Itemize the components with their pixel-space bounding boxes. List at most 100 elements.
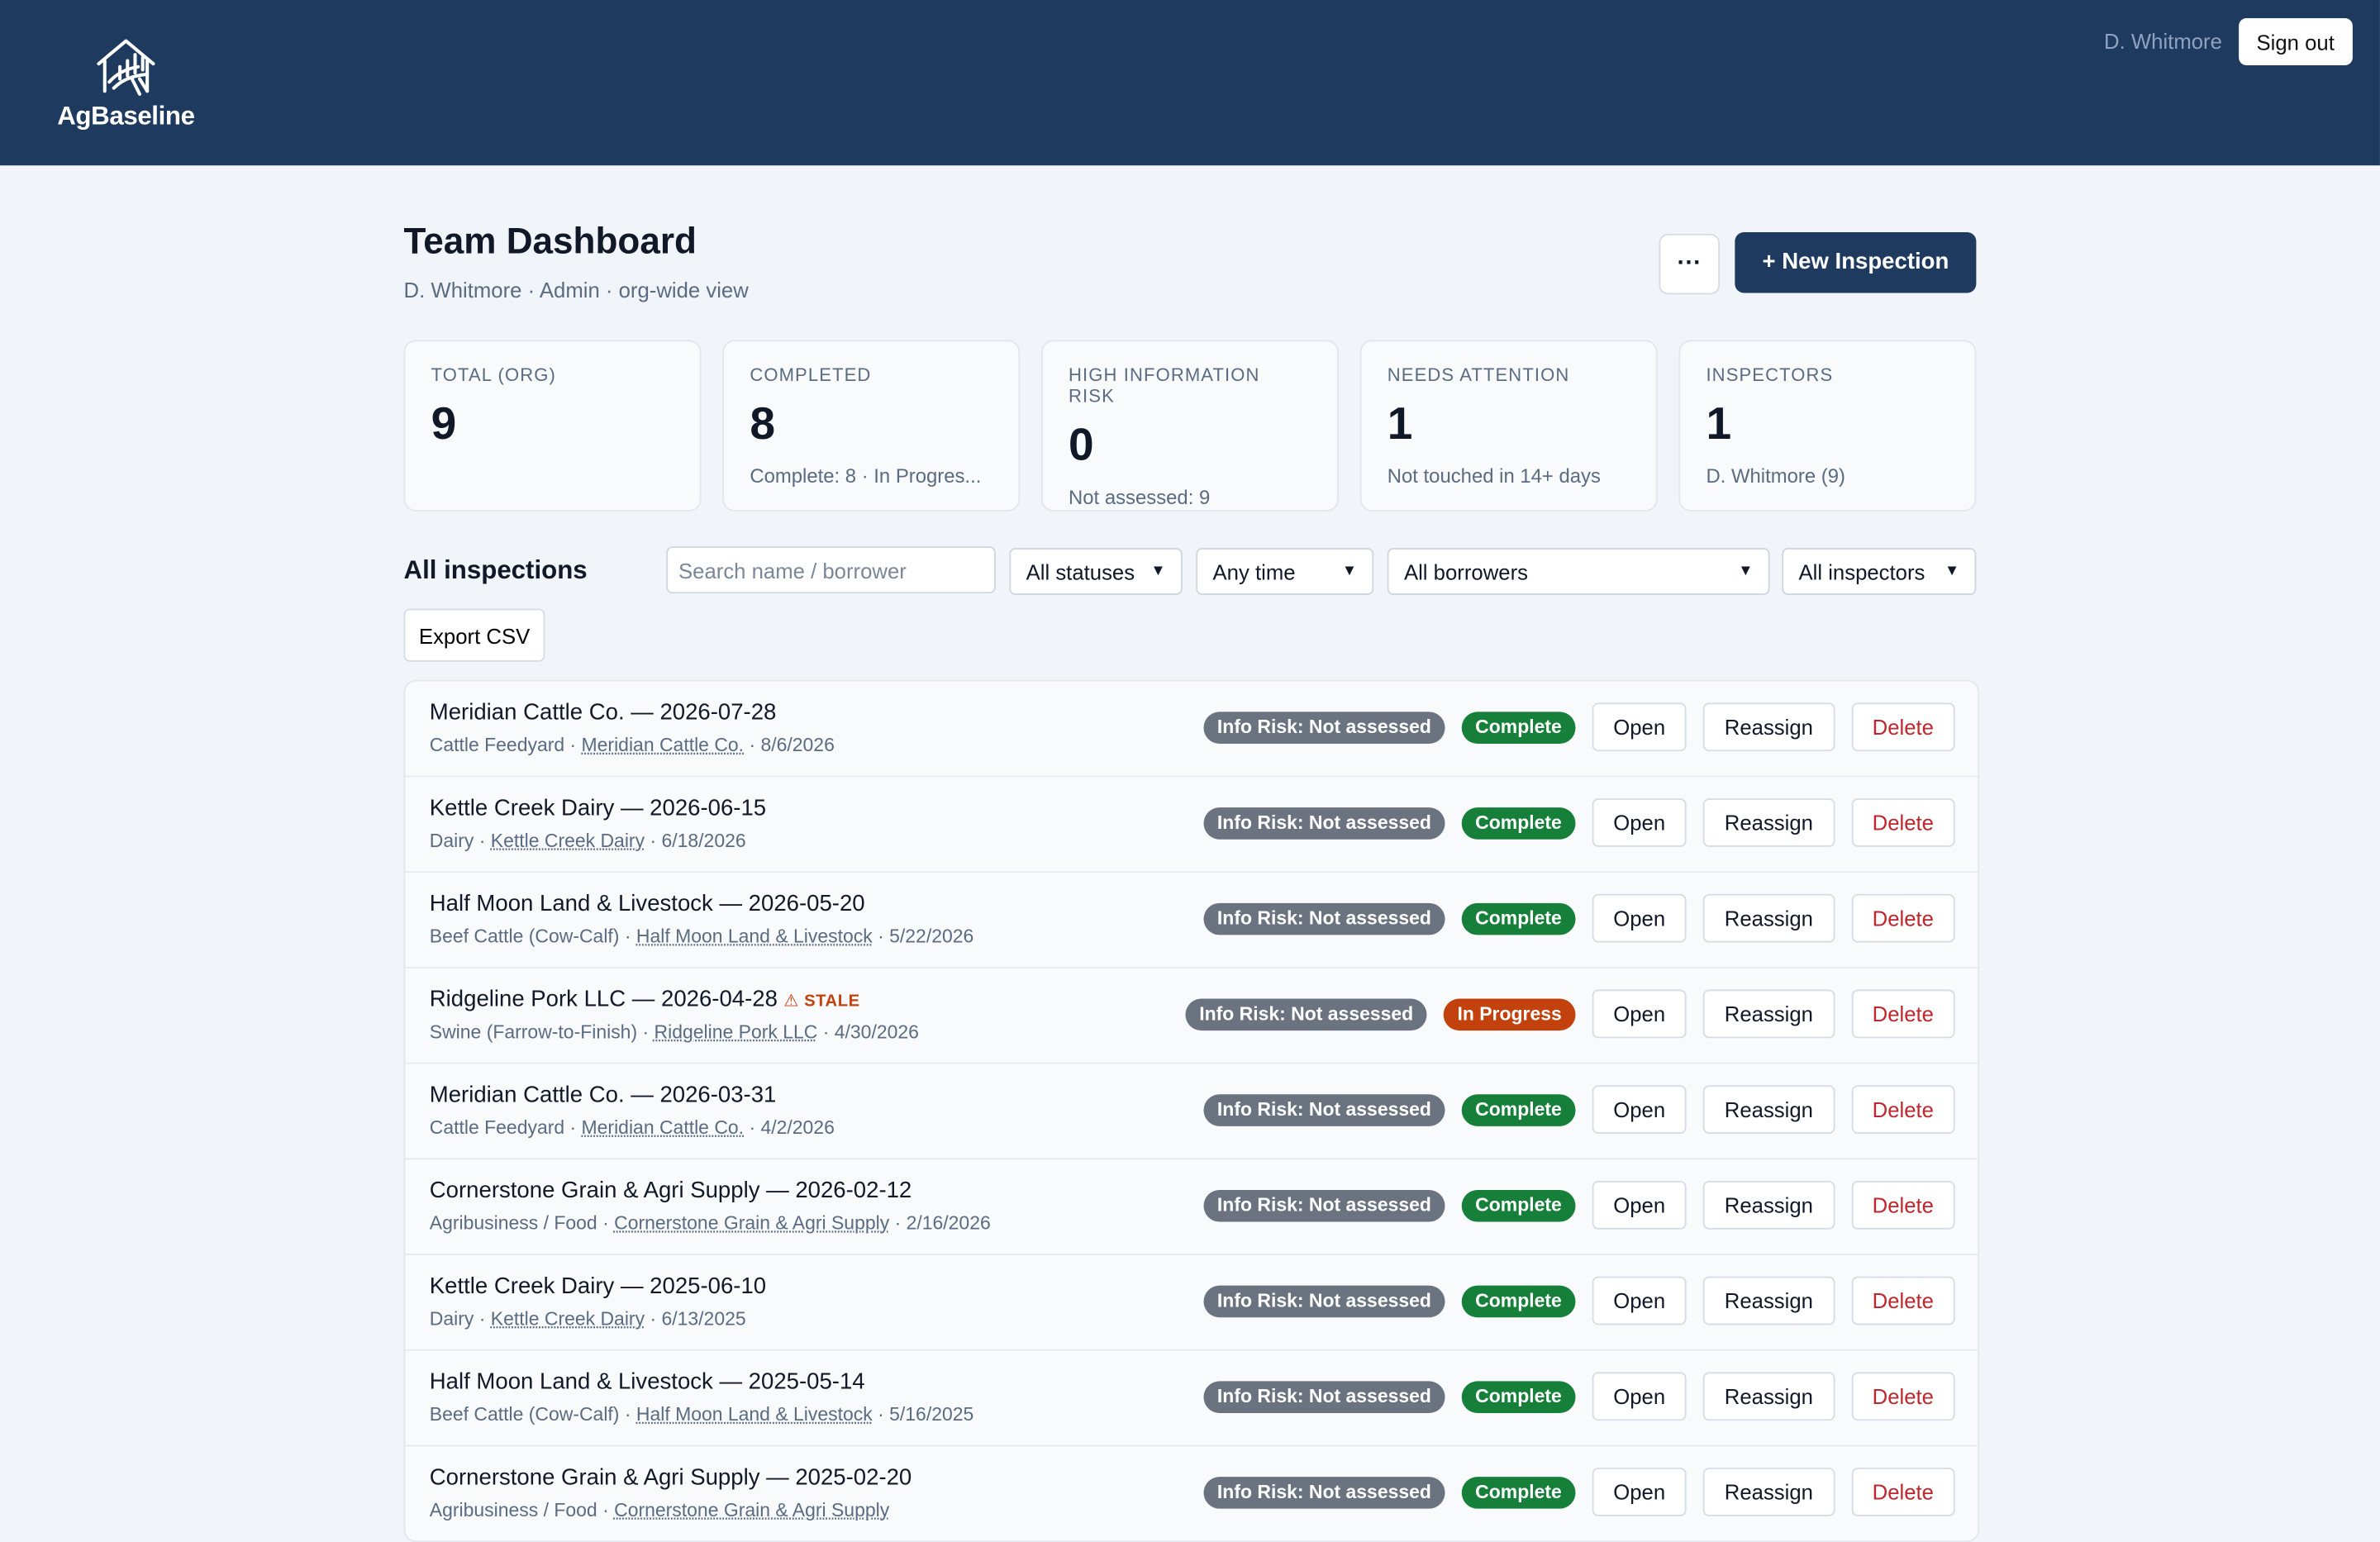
status-filter-value: All statuses (1026, 559, 1135, 584)
inspection-date: 8/6/2026 (760, 734, 835, 756)
sign-out-button[interactable]: Sign out (2238, 18, 2353, 65)
inspection-title-text: Half Moon Land & Livestock — 2025-05-14 (429, 1368, 865, 1395)
app-logo[interactable]: AgBaseline (53, 33, 198, 131)
open-button[interactable]: Open (1592, 1468, 1687, 1516)
meta-separator: · (872, 926, 890, 948)
info-risk-badge: Info Risk: Not assessed (1203, 1284, 1445, 1317)
status-filter-select[interactable]: All statuses ▼ (1009, 548, 1183, 595)
meta-separator: · (619, 926, 636, 948)
inspection-meta: Swine (Farrow-to-Finish) · Ridgeline Por… (430, 1021, 919, 1043)
delete-button[interactable]: Delete (1850, 1180, 1955, 1230)
open-button[interactable]: Open (1592, 893, 1687, 943)
inspection-title[interactable]: Meridian Cattle Co. — 2026-03-31 (430, 1083, 777, 1108)
meta-separator: · (889, 1212, 907, 1235)
delete-button[interactable]: Delete (1850, 798, 1955, 847)
borrower-link[interactable]: Meridian Cattle Co. (582, 735, 745, 756)
inspection-title[interactable]: Kettle Creek Dairy — 2025-06-10 (430, 1273, 766, 1299)
inspection-row[interactable]: Cornerstone Grain & Agri Supply — 2026-0… (405, 1158, 1978, 1254)
search-input[interactable] (666, 546, 996, 594)
inspection-row[interactable]: Meridian Cattle Co. — 2026-03-31 Cattle F… (405, 1062, 1978, 1159)
open-button[interactable]: Open (1592, 1180, 1687, 1230)
open-button[interactable]: Open (1592, 1372, 1687, 1421)
inspection-title[interactable]: Cornerstone Grain & Agri Supply — 2026-0… (430, 1178, 912, 1203)
borrower-link[interactable]: Kettle Creek Dairy (491, 1308, 645, 1330)
delete-button[interactable]: Delete (1850, 1372, 1955, 1421)
open-button[interactable]: Open (1592, 798, 1687, 847)
inspection-meta: Beef Cattle (Cow-Calf) · Half Moon Land … (430, 1404, 973, 1425)
inspection-title[interactable]: Ridgeline Pork LLC — 2026-04-28 ⚠ STALE (430, 987, 860, 1012)
open-button[interactable]: Open (1592, 1276, 1687, 1325)
status-badge: Complete (1461, 807, 1576, 839)
reassign-button[interactable]: Reassign (1703, 989, 1835, 1039)
time-filter-select[interactable]: Any time ▼ (1196, 548, 1374, 595)
inspection-title-text: Kettle Creek Dairy — 2026-06-15 (429, 795, 767, 821)
inspection-row[interactable]: Cornerstone Grain & Agri Supply — 2025-0… (405, 1444, 1978, 1541)
inspection-meta: Agribusiness / Food · Cornerstone Grain … (430, 1500, 889, 1521)
inspection-title[interactable]: Cornerstone Grain & Agri Supply — 2025-0… (430, 1464, 912, 1490)
inspection-title[interactable]: Kettle Creek Dairy — 2026-06-15 (430, 795, 766, 821)
inspector-filter-select[interactable]: All inspectors ▼ (1782, 548, 1977, 595)
inspection-title-text: Half Moon Land & Livestock — 2026-05-20 (429, 891, 865, 917)
borrower-link[interactable]: Ridgeline Pork LLC (654, 1021, 818, 1043)
delete-button[interactable]: Delete (1850, 702, 1955, 752)
inspection-row[interactable]: Half Moon Land & Livestock — 2026-05-20 B… (405, 871, 1978, 967)
delete-button[interactable]: Delete (1850, 989, 1955, 1039)
stale-badge: ⚠ STALE (783, 992, 860, 1011)
borrower-link[interactable]: Cornerstone Grain & Agri Supply (614, 1500, 889, 1521)
borrower-link[interactable]: Meridian Cattle Co. (582, 1117, 745, 1139)
status-badge: Complete (1461, 1189, 1576, 1221)
status-badge: Complete (1461, 711, 1576, 744)
inspection-title-text: Cornerstone Grain & Agri Supply — 2025-0… (429, 1464, 912, 1491)
inspection-title[interactable]: Half Moon Land & Livestock — 2026-05-20 (430, 891, 865, 916)
page-subtitle: D. Whitmore · Admin · org-wide view (403, 278, 749, 302)
inspection-date: 4/2/2026 (760, 1116, 835, 1139)
open-button[interactable]: Open (1592, 989, 1687, 1039)
row-actions: Info Risk: Not assessed Complete Open Reass… (1203, 893, 1955, 943)
stat-label: HIGH INFORMATION RISK (1069, 364, 1260, 407)
delete-button[interactable]: Delete (1850, 1276, 1955, 1325)
reassign-button[interactable]: Reassign (1703, 893, 1835, 943)
meta-separator: · (474, 1308, 491, 1330)
reassign-button[interactable]: Reassign (1703, 702, 1835, 752)
inspection-row[interactable]: Ridgeline Pork LLC — 2026-04-28 ⚠ STALE Sw… (405, 966, 1978, 1063)
meta-separator: · (564, 734, 582, 756)
stat-label: TOTAL (ORG) (431, 364, 556, 386)
open-button[interactable]: Open (1592, 1085, 1687, 1135)
meta-separator: · (744, 734, 761, 756)
meta-separator: · (474, 830, 491, 852)
inspection-row[interactable]: Half Moon Land & Livestock — 2025-05-14 B… (405, 1349, 1978, 1445)
inspection-title-text: Meridian Cattle Co. — 2026-03-31 (429, 1082, 777, 1108)
open-button[interactable]: Open (1592, 702, 1687, 752)
borrower-link[interactable]: Cornerstone Grain & Agri Supply (614, 1213, 889, 1235)
reassign-button[interactable]: Reassign (1703, 1180, 1835, 1230)
inspection-title[interactable]: Half Moon Land & Livestock — 2025-05-14 (430, 1369, 865, 1395)
delete-button[interactable]: Delete (1850, 1468, 1955, 1516)
operation-type: Cattle Feedyard (429, 1116, 565, 1139)
borrower-link[interactable]: Half Moon Land & Livestock (636, 1404, 873, 1425)
more-options-button[interactable]: ··· (1659, 233, 1720, 295)
export-csv-button[interactable]: Export CSV (403, 608, 545, 662)
chevron-down-icon: ▼ (1944, 563, 1960, 580)
borrower-link[interactable]: Half Moon Land & Livestock (636, 926, 873, 947)
operation-type: Agribusiness / Food (429, 1499, 597, 1521)
borrower-filter-select[interactable]: All borrowers ▼ (1387, 548, 1770, 595)
reassign-button[interactable]: Reassign (1703, 1276, 1835, 1325)
inspection-date: 2/16/2026 (906, 1212, 991, 1235)
inspection-row[interactable]: Meridian Cattle Co. — 2026-07-28 Cattle F… (405, 681, 1978, 776)
reassign-button[interactable]: Reassign (1703, 1372, 1835, 1421)
operation-type: Dairy (429, 830, 474, 852)
inspection-row[interactable]: Kettle Creek Dairy — 2026-06-15 Dairy · K… (405, 775, 1978, 872)
new-inspection-button[interactable]: + New Inspection (1735, 232, 1977, 293)
stat-sub: Complete: 8 · In Progres... (750, 464, 982, 487)
reassign-button[interactable]: Reassign (1703, 1085, 1835, 1135)
delete-button[interactable]: Delete (1850, 893, 1955, 943)
operation-type: Beef Cattle (Cow-Calf) (429, 926, 620, 948)
inspection-row[interactable]: Kettle Creek Dairy — 2025-06-10 Dairy · K… (405, 1254, 1978, 1349)
delete-button[interactable]: Delete (1850, 1085, 1955, 1135)
meta-separator: · (645, 830, 662, 852)
reassign-button[interactable]: Reassign (1703, 798, 1835, 847)
inspection-title[interactable]: Meridian Cattle Co. — 2026-07-28 (430, 700, 777, 726)
stat-value: 0 (1069, 420, 1094, 471)
reassign-button[interactable]: Reassign (1703, 1468, 1835, 1516)
borrower-link[interactable]: Kettle Creek Dairy (491, 830, 645, 852)
